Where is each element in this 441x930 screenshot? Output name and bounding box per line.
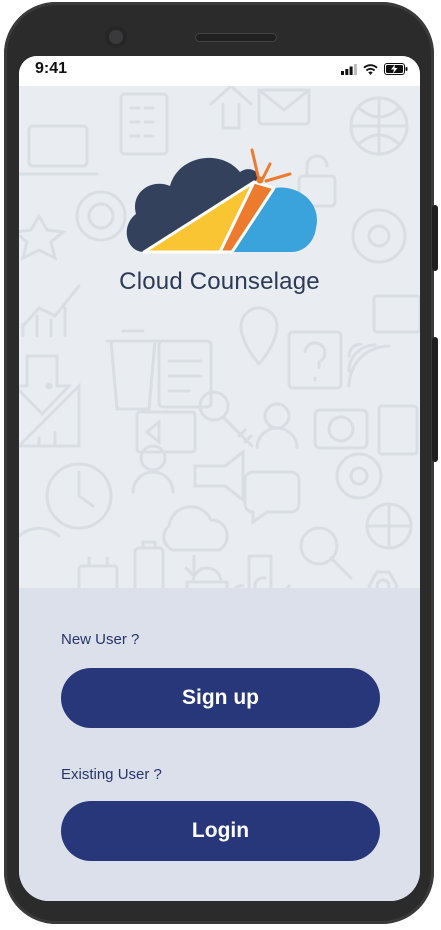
earpiece-speaker: [195, 33, 277, 42]
signup-button[interactable]: Sign up: [61, 668, 380, 728]
battery-charging-icon: [384, 63, 408, 75]
power-button: [432, 337, 438, 462]
cloud-counselage-logo: [126, 148, 317, 254]
status-icons: [341, 63, 408, 75]
signal-icon: [341, 63, 357, 75]
brand-name: Cloud Counselage: [119, 268, 320, 295]
login-button[interactable]: Login: [61, 801, 380, 861]
status-bar: 9:41: [19, 56, 420, 86]
volume-button: [432, 205, 438, 271]
new-user-prompt: New User ?: [61, 631, 140, 648]
front-camera: [105, 26, 127, 48]
phone-frame: 9:41 Cloud Counselage New User ? Sign up…: [4, 2, 438, 924]
app-screen: 9:41 Cloud Counselage New User ? Sign up…: [19, 56, 420, 901]
existing-user-prompt: Existing User ?: [61, 766, 162, 783]
auth-panel: New User ? Sign up Existing User ? Login: [19, 588, 420, 901]
wifi-icon: [363, 63, 378, 75]
status-time: 9:41: [35, 60, 68, 77]
